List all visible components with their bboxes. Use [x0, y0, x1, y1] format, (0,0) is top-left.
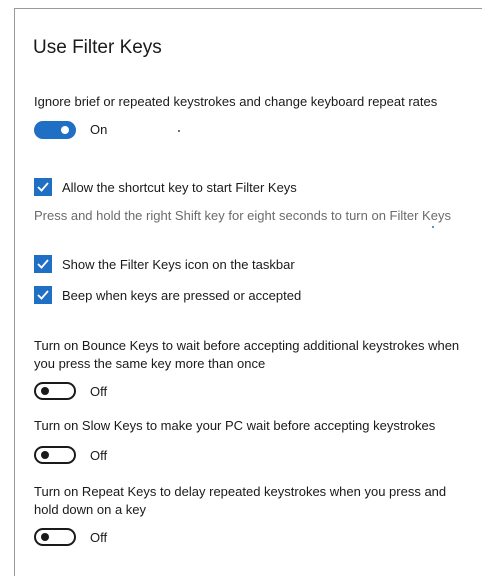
beep-checkbox[interactable] — [34, 286, 52, 304]
repeat-keys-toggle-state: Off — [90, 530, 108, 545]
bounce-keys-toggle[interactable] — [34, 382, 76, 400]
show-icon-checkbox[interactable] — [34, 255, 52, 273]
slow-keys-toggle[interactable] — [34, 446, 76, 464]
show-icon-label: Show the Filter Keys icon on the taskbar — [62, 257, 295, 272]
shortcut-key-label: Allow the shortcut key to start Filter K… — [62, 180, 297, 195]
page-title: Use Filter Keys — [33, 37, 162, 58]
checkmark-icon — [37, 182, 49, 192]
filter-keys-toggle[interactable] — [34, 121, 76, 139]
checkmark-icon — [37, 259, 49, 269]
toggle-knob — [41, 387, 49, 395]
toggle-knob — [41, 451, 49, 459]
slow-keys-description: Turn on Slow Keys to make your PC wait b… — [34, 418, 436, 433]
bounce-keys-description: Turn on Bounce Keys to wait before accep… — [34, 338, 460, 371]
shortcut-key-checkbox[interactable] — [34, 178, 52, 196]
beep-label: Beep when keys are pressed or accepted — [62, 288, 302, 303]
shortcut-key-hint: Press and hold the right Shift key for e… — [34, 208, 451, 223]
bounce-keys-toggle-state: Off — [90, 384, 108, 399]
slow-keys-toggle-state: Off — [90, 448, 108, 463]
stray-dot — [178, 130, 180, 132]
repeat-keys-description: Turn on Repeat Keys to delay repeated ke… — [34, 484, 447, 517]
repeat-keys-toggle[interactable] — [34, 528, 76, 546]
filter-keys-toggle-state: On — [90, 122, 108, 137]
stray-dot — [432, 226, 434, 228]
checkmark-icon — [37, 290, 49, 300]
filter-keys-description: Ignore brief or repeated keystrokes and … — [34, 94, 438, 109]
toggle-knob — [61, 126, 69, 134]
toggle-knob — [41, 533, 49, 541]
